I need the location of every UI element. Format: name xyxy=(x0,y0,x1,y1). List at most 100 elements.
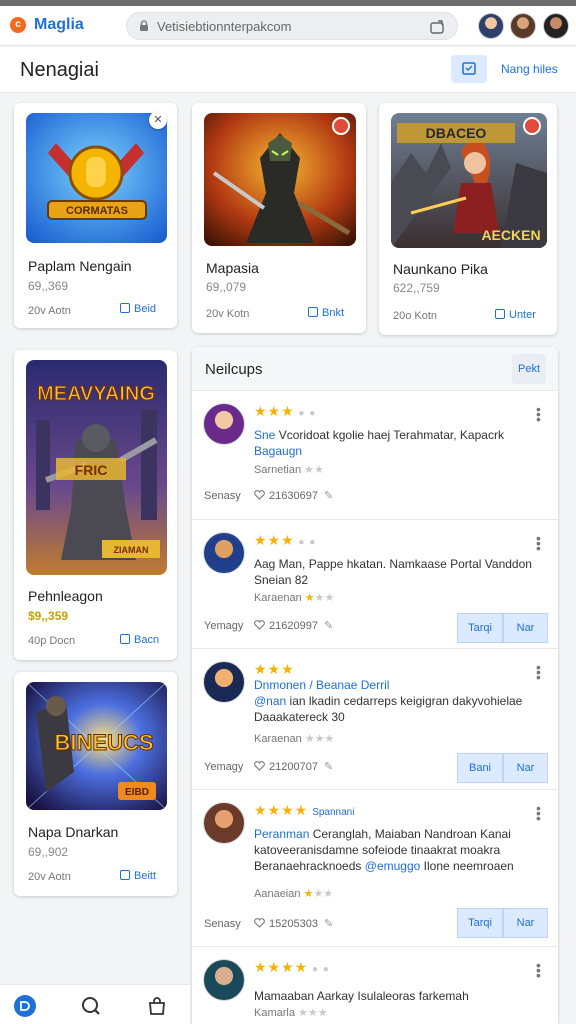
product-action-label: Bnkt xyxy=(322,307,345,319)
product-thumbnail[interactable]: BINEUCS EIBD xyxy=(26,682,167,810)
reviews-panel-button[interactable]: Pekt xyxy=(512,354,546,384)
heart-icon[interactable] xyxy=(254,918,265,928)
product-action-button[interactable]: Bacn xyxy=(120,634,159,646)
review-likes[interactable]: 21200707 ✎ xyxy=(254,760,333,773)
review-subline: Karaenan ★★★ xyxy=(254,733,335,745)
page-header: Nenagiai Nang hiles xyxy=(0,47,576,93)
product-title[interactable]: Pehnleagon xyxy=(28,588,103,604)
review-likes[interactable]: 15205303 ✎ xyxy=(254,917,333,930)
review-item: ★★★ Dnmonen / Beanae Derril @nan ian lkad… xyxy=(192,649,558,790)
product-card[interactable]: CORMATAS ✕ Paplam Nengain 69,,369 20v Ao… xyxy=(14,103,177,328)
review-text: Aag Man, Pappe hkatan. Namkaase Portal V… xyxy=(254,557,532,587)
reviewer-avatar[interactable] xyxy=(203,959,245,1001)
review-text: Mamaaban Aarkay Isulaleoras farkemah xyxy=(254,989,469,1003)
reviews-panel-title: Neilcups xyxy=(205,361,263,378)
heart-icon[interactable] xyxy=(254,490,265,500)
thumb-text: MEAVYAING xyxy=(37,383,155,405)
thumb-text: CORMATAS xyxy=(66,205,128,217)
product-card[interactable]: Mapasia 69,,079 20v Kotn Bnkt xyxy=(192,103,366,333)
more-menu-icon[interactable]: • • • xyxy=(536,958,541,982)
product-title[interactable]: Naunkano Pika xyxy=(393,261,488,277)
edit-icon xyxy=(120,870,130,880)
browser-toolbar: c Maglia Vetisiebtionnterpakcom xyxy=(0,6,576,46)
reviewer-avatar[interactable] xyxy=(203,403,245,445)
reviewer-avatar[interactable] xyxy=(203,802,245,844)
rating-stars: ★★★ xyxy=(254,661,295,677)
url-text[interactable]: Vetisiebtionnterpakcom xyxy=(157,19,291,34)
product-card[interactable]: DBACEO AECKEN Naunkano Pika 622,,759 20o… xyxy=(379,103,557,335)
reviewer-avatar[interactable] xyxy=(203,532,245,574)
review-date: Yemagy xyxy=(204,620,244,632)
pin-icon[interactable]: ✎ xyxy=(324,490,333,502)
calendar-button[interactable] xyxy=(451,55,487,83)
product-action-button[interactable]: Beitt xyxy=(120,870,156,882)
home-icon[interactable] xyxy=(14,995,36,1017)
review-tag-button[interactable]: Tarqi xyxy=(457,908,503,938)
product-price: 69,,902 xyxy=(28,845,69,859)
reviews-panel: Neilcups Pekt ★★★ ● ● Sne Vcoridoat kgol… xyxy=(192,347,558,1024)
thumb-text: FRIC xyxy=(75,462,108,478)
review-text: Sne Vcoridoat kgolie haej Terahmatar, Ka… xyxy=(254,428,504,458)
review-likes[interactable]: 21620997 ✎ xyxy=(254,619,333,632)
bag-icon[interactable] xyxy=(146,995,168,1017)
favorite-icon[interactable] xyxy=(523,117,541,135)
product-card[interactable]: BINEUCS EIBD Napa Dnarkan 69,,902 20v Ao… xyxy=(14,672,177,896)
review-tag-button[interactable]: Bani xyxy=(457,753,503,783)
edit-icon xyxy=(120,303,130,313)
product-action-button[interactable]: Beid xyxy=(120,303,156,315)
product-card[interactable]: MEAVYAING FRIC ZIAMAN Pehnleagon $9,,359… xyxy=(14,350,177,660)
reviewer-avatar[interactable] xyxy=(203,661,245,703)
product-action-label: Beitt xyxy=(134,870,157,882)
avatar-user-1[interactable] xyxy=(478,13,504,39)
product-title[interactable]: Napa Dnarkan xyxy=(28,824,118,840)
review-reply-button[interactable]: Nar xyxy=(503,613,548,643)
calendar-icon xyxy=(462,62,476,75)
rating-stars: ★★★★ ● ● xyxy=(254,959,330,975)
product-action-button[interactable]: Bnkt xyxy=(308,307,344,319)
product-title[interactable]: Mapasia xyxy=(206,260,259,276)
product-thumbnail[interactable]: CORMATAS xyxy=(26,113,167,243)
review-date: Senasy xyxy=(204,918,241,930)
maglia-logo-icon[interactable]: c xyxy=(10,17,26,33)
close-icon[interactable]: ✕ xyxy=(149,111,167,129)
app-name[interactable]: Maglia xyxy=(34,16,84,34)
more-menu-icon[interactable]: • • • xyxy=(536,402,541,426)
product-meta: 20v Kotn xyxy=(206,308,250,320)
review-reply-button[interactable]: Nar xyxy=(503,753,548,783)
address-bar[interactable]: Vetisiebtionnterpakcom xyxy=(126,12,458,40)
pin-icon[interactable]: ✎ xyxy=(324,761,333,773)
pin-icon[interactable]: ✎ xyxy=(324,620,333,632)
rating-stars: ★★★ ● ● xyxy=(254,403,317,419)
product-thumbnail[interactable] xyxy=(204,113,356,246)
share-icon[interactable] xyxy=(429,19,445,35)
review-reply-button[interactable]: Nar xyxy=(503,908,548,938)
product-thumbnail[interactable]: DBACEO AECKEN xyxy=(391,113,547,248)
more-menu-icon[interactable]: • • • xyxy=(536,801,541,825)
more-menu-icon[interactable]: • • • xyxy=(536,660,541,684)
lock-icon xyxy=(140,20,148,31)
product-thumbnail[interactable]: MEAVYAING FRIC ZIAMAN xyxy=(26,360,167,575)
edit-icon xyxy=(308,307,318,317)
avatar-user-2[interactable] xyxy=(510,13,536,39)
pin-icon[interactable]: ✎ xyxy=(324,918,333,930)
product-title[interactable]: Paplam Nengain xyxy=(28,258,132,274)
review-tag-button[interactable]: Tarqi xyxy=(457,613,503,643)
product-meta: 40p Docn xyxy=(28,635,76,647)
review-subline: Kamarla ★★★ xyxy=(254,1007,328,1019)
page-title: Nenagiai xyxy=(20,59,99,81)
header-link[interactable]: Nang hiles xyxy=(501,62,558,76)
product-action-label: Unter xyxy=(509,309,536,321)
product-price: 622,,759 xyxy=(393,281,440,295)
product-price: 69,,369 xyxy=(28,279,69,293)
heart-icon[interactable] xyxy=(254,620,265,630)
search-icon[interactable] xyxy=(80,995,102,1017)
avatar-user-3[interactable] xyxy=(543,13,569,39)
review-text: Dnmonen / Beanae Derril @nan ian lkadin c… xyxy=(254,678,523,724)
product-price: 69,,079 xyxy=(206,280,247,294)
product-action-button[interactable]: Unter xyxy=(495,309,536,321)
review-likes[interactable]: 21630697 ✎ xyxy=(254,489,333,502)
heart-icon[interactable] xyxy=(254,761,265,771)
review-date: Senasy xyxy=(204,490,241,502)
favorite-icon[interactable] xyxy=(332,117,350,135)
more-menu-icon[interactable]: • • • xyxy=(536,531,541,555)
